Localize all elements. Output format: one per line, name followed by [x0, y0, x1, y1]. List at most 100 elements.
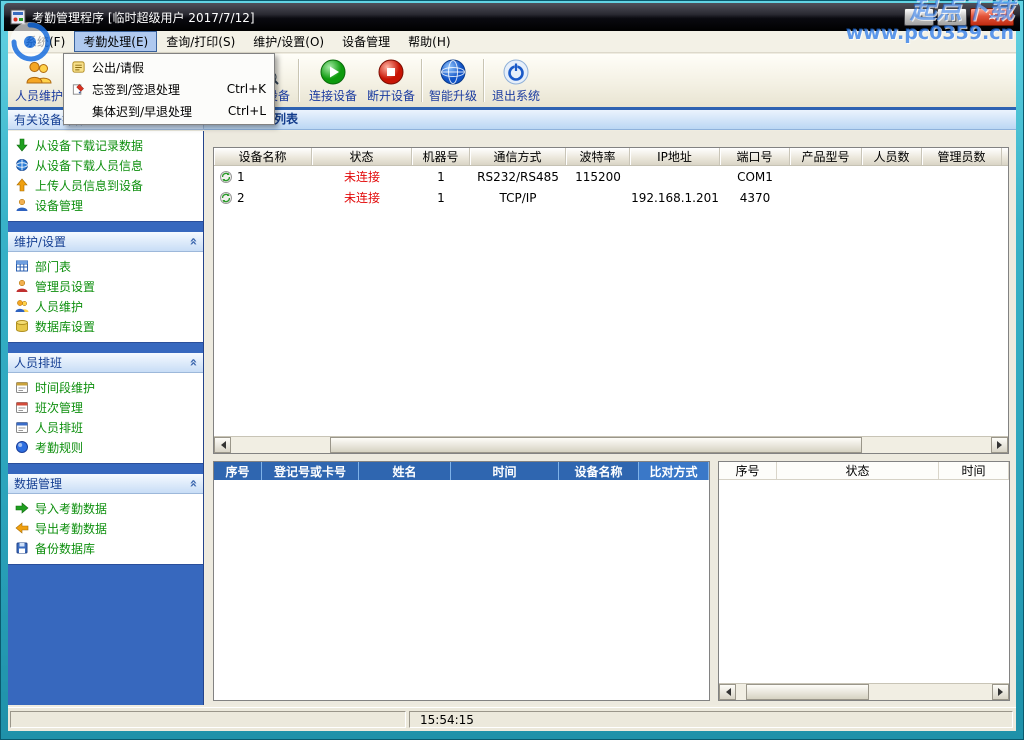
column-header[interactable]: 设备名称 — [559, 462, 639, 480]
sidebar-item-backup-db[interactable]: 备份数据库 — [8, 538, 203, 558]
menu-attendance-processing[interactable]: 考勤处理(E) — [74, 31, 157, 52]
device-staff-count — [862, 166, 922, 187]
sidebar-item-db-settings[interactable]: 数据库设置 — [8, 316, 203, 336]
scroll-track[interactable] — [231, 437, 991, 453]
sidebar-item-admin-settings[interactable]: 管理员设置 — [8, 276, 203, 296]
site-logo-watermark — [8, 20, 52, 64]
sidebar-item-device-manage[interactable]: 设备管理 — [8, 195, 203, 215]
scroll-thumb[interactable] — [330, 437, 862, 453]
sidebar-group-data-header[interactable]: 数据管理 « — [8, 474, 203, 494]
collapse-chevron-icon[interactable]: « — [185, 479, 200, 487]
sidebar-item-attendance-rules[interactable]: 考勤规则 — [8, 437, 203, 457]
menu-item-shortcut: Ctrl+L — [216, 104, 266, 118]
device-machine-no: 1 — [412, 166, 470, 187]
menu-help[interactable]: 帮助(H) — [399, 31, 459, 52]
sidebar-item-import-data[interactable]: 导入考勤数据 — [8, 498, 203, 518]
toolbar-disconnect-device-button[interactable]: 断开设备 — [362, 56, 420, 105]
scroll-thumb[interactable] — [746, 684, 869, 700]
titlebar[interactable]: 考勤管理程序 [临时超级用户 2017/7/12] ─ □ × — [4, 3, 1020, 31]
column-header[interactable]: 序号 — [719, 462, 777, 479]
collapse-chevron-icon[interactable]: « — [185, 237, 200, 245]
sidebar-panel-data: 导入考勤数据 导出考勤数据 备份数据库 — [8, 494, 203, 565]
statusbar-time: 15:54:15 — [420, 713, 474, 727]
column-header[interactable]: 时间 — [451, 462, 559, 480]
scroll-track[interactable] — [736, 684, 992, 700]
toolbar-separator — [483, 59, 485, 102]
column-header[interactable]: 序号 — [214, 462, 262, 480]
globe-upgrade-icon — [439, 58, 467, 86]
menu-item-leave-request[interactable]: 公出/请假 — [66, 56, 272, 78]
toolbar-smart-upgrade-button[interactable]: 智能升级 — [424, 56, 482, 105]
device-table-hscrollbar[interactable] — [214, 436, 1008, 453]
column-header[interactable]: IP地址 — [630, 148, 720, 165]
statusbar: 15:54:15 — [8, 707, 1016, 731]
device-row[interactable]: 1 未连接 1 RS232/RS485 115200 COM1 — [214, 166, 1008, 187]
column-header[interactable]: 波特率 — [566, 148, 630, 165]
device-row[interactable]: 2 未连接 1 TCP/IP 192.168.1.201 4370 — [214, 187, 1008, 208]
menubar: 系统(F) 考勤处理(E) 查询/打印(S) 维护/设置(O) 设备管理 帮助(… — [8, 31, 1016, 53]
admin-person-icon — [15, 279, 29, 293]
group-title: 维护/设置 — [14, 233, 66, 250]
column-header[interactable]: 登记号或卡号 — [262, 462, 359, 480]
sidebar-item-download-users[interactable]: 从设备下载人员信息 — [8, 155, 203, 175]
column-header[interactable]: 设备名称 — [214, 148, 312, 165]
menu-maintenance-settings[interactable]: 维护/设置(O) — [244, 31, 333, 52]
maximize-button[interactable]: □ — [937, 8, 967, 26]
left-arrow-icon — [217, 441, 226, 449]
column-header[interactable]: 产品型号 — [790, 148, 862, 165]
status-table-header: 序号 状态 时间 — [719, 462, 1009, 480]
device-list-panel: 设备名称 状态 机器号 通信方式 波特率 IP地址 端口号 产品型号 人员数 管… — [213, 147, 1009, 454]
sidebar-item-export-data[interactable]: 导出考勤数据 — [8, 518, 203, 538]
sidebar-item-label: 从设备下载人员信息 — [35, 157, 143, 174]
sidebar-group-maintenance-header[interactable]: 维护/设置 « — [8, 232, 203, 252]
sidebar-panel-device-ops: 从设备下载记录数据 从设备下载人员信息 上传人员信息到设备 设备管理 — [8, 131, 203, 222]
sidebar-group-scheduling-header[interactable]: 人员排班 « — [8, 353, 203, 373]
scroll-right-button[interactable] — [991, 437, 1008, 453]
device-name: 1 — [237, 170, 245, 184]
toolbar-exit-system-button[interactable]: 退出系统 — [487, 56, 545, 105]
sidebar-item-label: 备份数据库 — [35, 540, 95, 557]
column-header[interactable]: 姓名 — [359, 462, 451, 480]
scroll-left-button[interactable] — [214, 437, 231, 453]
menu-item-missed-sign[interactable]: 忘签到/签退处理 Ctrl+K — [66, 78, 272, 100]
sidebar-item-download-records[interactable]: 从设备下载记录数据 — [8, 135, 203, 155]
menu-query-print[interactable]: 查询/打印(S) — [157, 31, 244, 52]
status-list-hscrollbar[interactable] — [719, 683, 1009, 700]
sidebar-item-timeslot-maintain[interactable]: 时间段维护 — [8, 377, 203, 397]
sidebar-item-dept-table[interactable]: 部门表 — [8, 256, 203, 276]
device-port: COM1 — [720, 166, 790, 187]
column-header[interactable]: 人员数 — [862, 148, 922, 165]
sidebar-item-label: 导出考勤数据 — [35, 520, 107, 537]
group-title: 数据管理 — [14, 475, 62, 492]
play-connect-icon — [319, 58, 347, 86]
minimize-button[interactable]: ─ — [904, 8, 934, 26]
column-header[interactable]: 状态 — [312, 148, 412, 165]
disk-icon — [15, 541, 29, 555]
device-machine-no: 1 — [412, 187, 470, 208]
column-header[interactable]: 比对方式 — [639, 462, 709, 480]
close-button[interactable]: × — [970, 8, 1014, 26]
device-port: 4370 — [720, 187, 790, 208]
globe-icon — [15, 158, 29, 172]
column-header[interactable]: 时间 — [939, 462, 1009, 479]
column-header[interactable]: 机器号 — [412, 148, 470, 165]
column-header[interactable]: 端口号 — [720, 148, 790, 165]
sidebar-item-upload-users[interactable]: 上传人员信息到设备 — [8, 175, 203, 195]
calendar-icon — [15, 400, 29, 414]
menu-item-group-late-early[interactable]: 集体迟到/早退处理 Ctrl+L — [66, 100, 272, 122]
column-header[interactable]: 状态 — [777, 462, 939, 479]
scroll-left-button[interactable] — [719, 684, 736, 700]
scroll-right-button[interactable] — [992, 684, 1009, 700]
device-baud — [566, 187, 630, 208]
sidebar-item-staff-schedule[interactable]: 人员排班 — [8, 417, 203, 437]
sidebar-item-shift-manage[interactable]: 班次管理 — [8, 397, 203, 417]
collapse-chevron-icon[interactable]: « — [185, 358, 200, 366]
column-header[interactable]: 通信方式 — [470, 148, 566, 165]
menu-device-management[interactable]: 设备管理 — [333, 31, 399, 52]
toolbar-connect-device-button[interactable]: 连接设备 — [304, 56, 362, 105]
sidebar-panel-scheduling: 时间段维护 班次管理 人员排班 考勤规则 — [8, 373, 203, 464]
sign-edit-icon — [69, 81, 87, 97]
column-header[interactable]: 管理员数 — [922, 148, 1002, 165]
sidebar-item-user-maintain[interactable]: 人员维护 — [8, 296, 203, 316]
people-icon — [15, 299, 29, 313]
